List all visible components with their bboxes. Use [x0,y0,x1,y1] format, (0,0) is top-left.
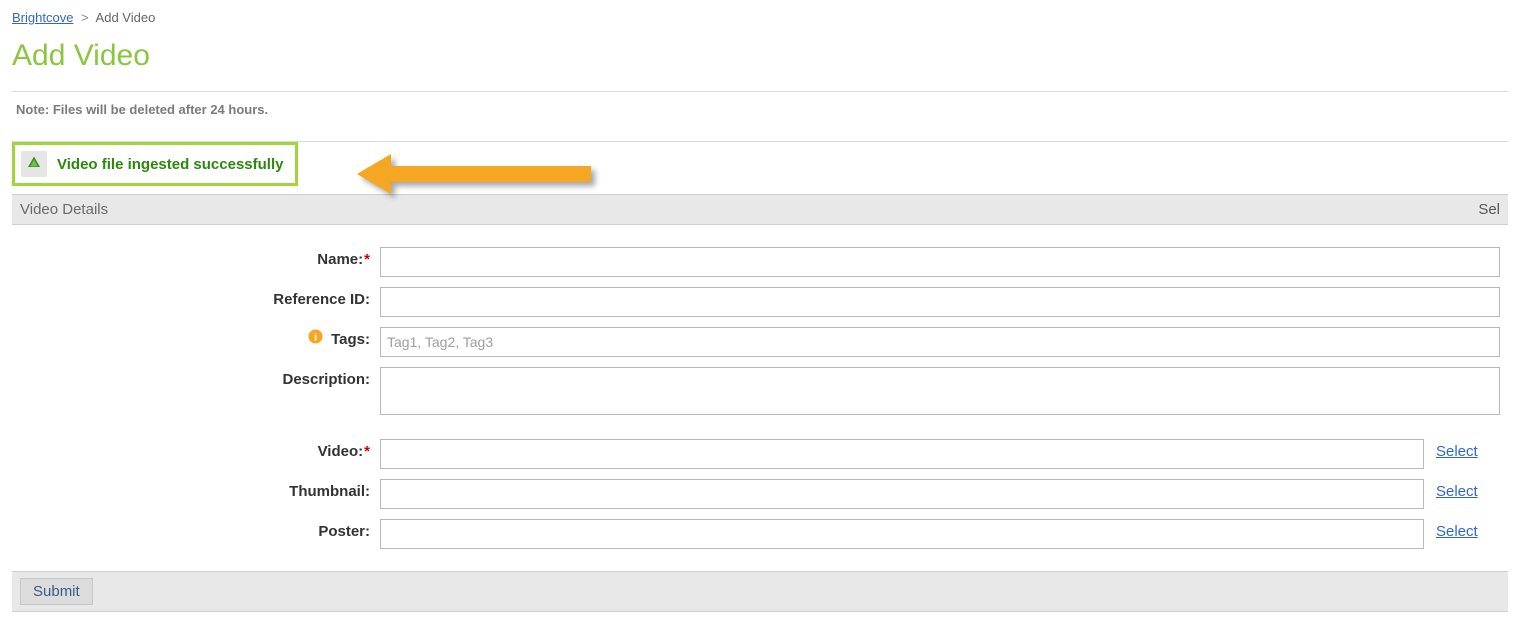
video-details-form: Name:* Reference ID: i Tags: [12,225,1508,567]
tags-field[interactable] [380,327,1500,357]
description-field[interactable] [380,367,1500,415]
success-message: Video file ingested successfully [57,156,283,173]
poster-select-link[interactable]: Select [1436,519,1500,540]
label-text: Tags: [331,331,370,348]
breadcrumb-current: Add Video [96,10,156,25]
label-text: Video: [318,443,364,460]
form-footer: Submit [12,571,1508,612]
breadcrumb-root-link[interactable]: Brightcove [12,10,73,25]
svg-text:i: i [314,332,317,343]
success-banner: Video file ingested successfully [12,142,298,186]
breadcrumb-separator: > [81,10,89,25]
arrow-body [391,166,591,182]
name-field[interactable] [380,247,1500,277]
section-title: Video Details [20,201,108,218]
required-mark: * [364,251,370,268]
submit-button[interactable]: Submit [20,578,93,605]
tags-label: i Tags: [20,327,380,353]
video-label: Video:* [20,439,380,465]
video-select-link[interactable]: Select [1436,439,1500,460]
success-icon [21,151,47,177]
description-label: Description: [20,367,380,393]
page-title: Add Video [12,39,1508,73]
thumbnail-field[interactable] [380,479,1424,509]
thumbnail-label: Thumbnail: [20,479,380,505]
reference-id-field[interactable] [380,287,1500,317]
callout-arrow [357,154,591,194]
poster-field[interactable] [380,519,1424,549]
thumbnail-select-link[interactable]: Select [1436,479,1500,500]
label-text: Name: [317,251,363,268]
reference-id-label: Reference ID: [20,287,380,313]
breadcrumb: Brightcove > Add Video [12,10,1508,25]
section-header: Video Details Sel [12,194,1508,225]
info-icon: i [308,327,323,353]
section-right-text: Sel [1478,201,1500,218]
required-mark: * [364,443,370,460]
name-label: Name:* [20,247,380,273]
video-field[interactable] [380,439,1424,469]
arrow-head-icon [357,154,391,194]
divider [12,91,1508,92]
note-text: Note: Files will be deleted after 24 hou… [16,102,1508,117]
poster-label: Poster: [20,519,380,545]
